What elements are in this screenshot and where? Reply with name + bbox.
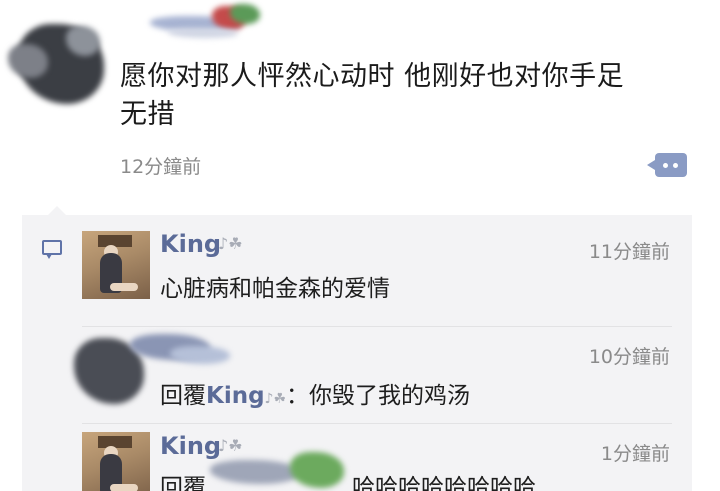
post-text: 愿你对那人怦然心动时 他刚好也对你手足 无措 xyxy=(120,58,680,134)
comment-text: 心脏病和帕金森的爱情 xyxy=(160,276,390,302)
comment-text: 哈哈哈哈哈哈哈哈 xyxy=(352,475,536,491)
comment-timestamp: 11分鐘前 xyxy=(588,241,670,263)
post-author-avatar[interactable] xyxy=(8,18,108,114)
reply-prefix: 回覆 xyxy=(160,475,206,491)
name-decoration-icon: ♪☘ xyxy=(264,391,287,407)
comment-divider xyxy=(82,326,672,327)
commenter-avatar-king[interactable] xyxy=(82,231,150,299)
reply-to-name-blurred xyxy=(210,450,360,491)
comment-timestamp: 10分鐘前 xyxy=(588,346,670,368)
reply-comment-text: 回覆King♪☘：你毁了我的鸡汤 xyxy=(160,376,470,410)
post-timestamp: 12分鐘前 xyxy=(120,156,202,178)
comment-section-icon xyxy=(42,240,62,259)
commenter-avatar-king[interactable] xyxy=(82,432,150,491)
post-author-name-blurred[interactable] xyxy=(150,4,270,46)
reply-body: ：你毁了我的鸡汤 xyxy=(286,383,471,409)
reply-prefix: 回覆 xyxy=(160,383,206,409)
post-text-line-2: 无措 xyxy=(120,99,175,130)
post-text-line-1: 愿你对那人怦然心动时 他刚好也对你手足 xyxy=(120,61,625,92)
comment-bubble-icon[interactable] xyxy=(647,153,687,177)
comment-divider xyxy=(82,423,672,424)
moments-post-screen: 愿你对那人怦然心动时 他刚好也对你手足 无措 12分鐘前 King ♪☘ 11分… xyxy=(0,0,720,491)
comment-timestamp: 1分鐘前 xyxy=(600,443,670,465)
name-decoration-icon: ♪☘ xyxy=(218,234,243,253)
reply-to-name[interactable]: King xyxy=(206,383,265,409)
commenter-name[interactable]: King xyxy=(160,230,221,258)
